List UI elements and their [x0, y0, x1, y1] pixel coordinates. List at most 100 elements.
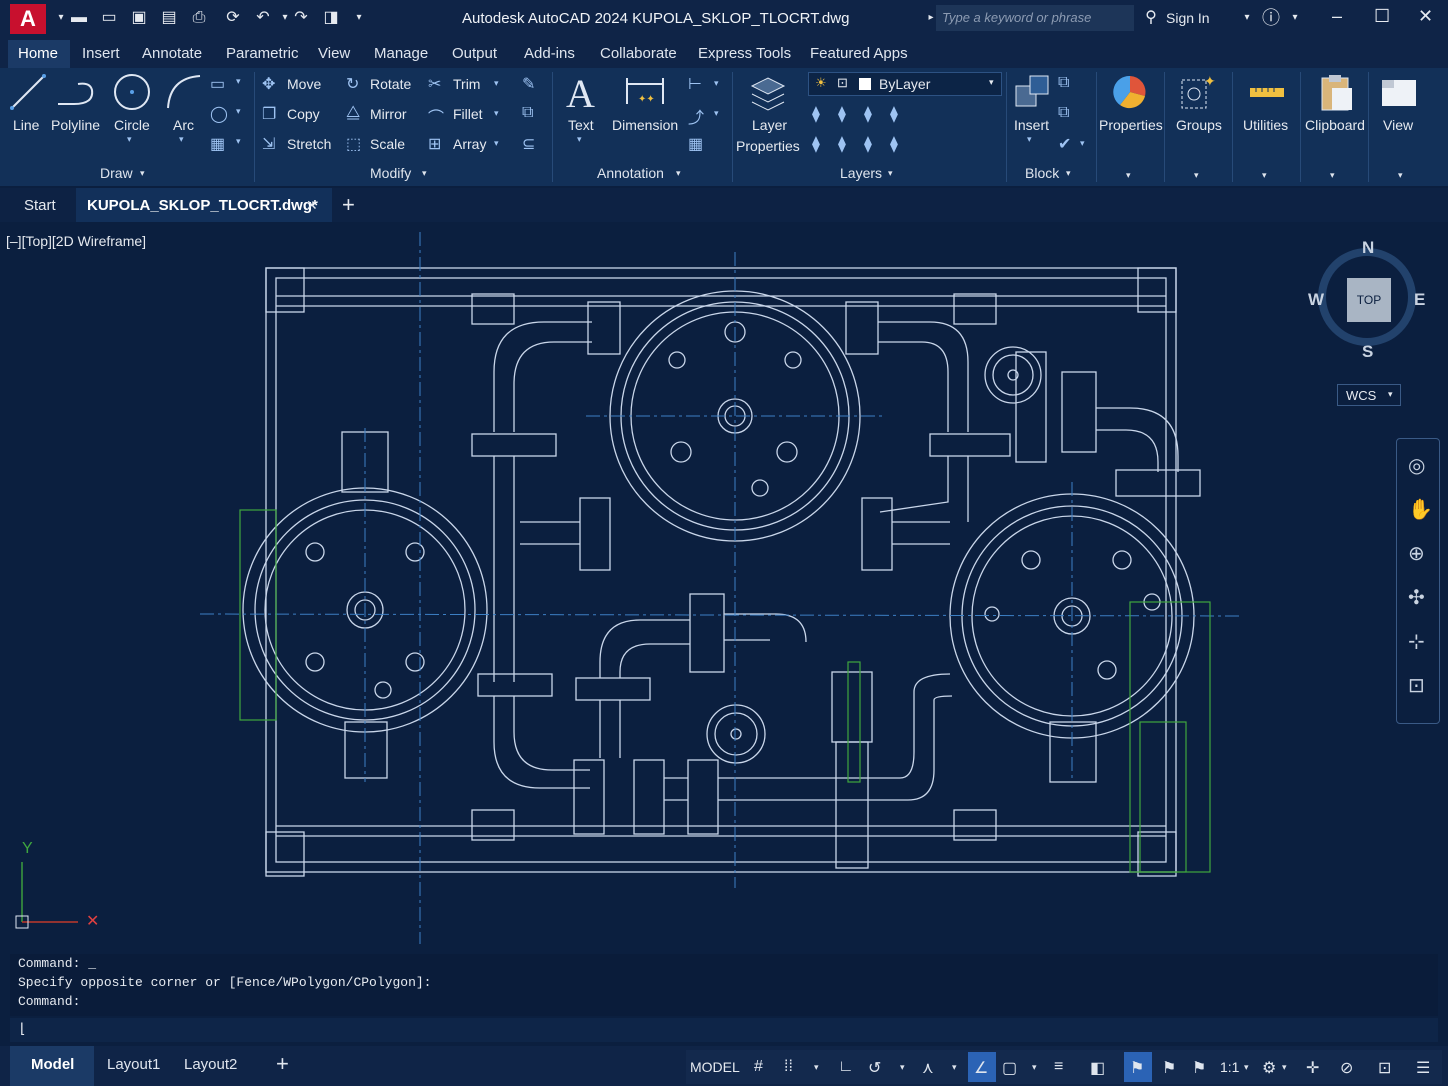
redo-icon[interactable]: ↷ [290, 8, 312, 28]
tab-layout1[interactable]: Layout1 [107, 1056, 160, 1073]
tab-annotate[interactable]: Annotate [142, 45, 202, 62]
minimize-icon[interactable]: – [1332, 6, 1342, 27]
array-button[interactable]: Array [453, 136, 486, 152]
table-icon[interactable]: ▦ [688, 134, 703, 154]
scale-icon[interactable]: ⬚ [346, 134, 361, 154]
layer-tool-icon[interactable]: ⧫ [838, 104, 846, 124]
panel-label-layers[interactable]: Layers [840, 165, 882, 181]
save-icon[interactable]: ▣ [128, 8, 150, 28]
compass-east[interactable]: E [1414, 290, 1425, 310]
ellipse-dropdown-icon[interactable]: ▾ [236, 106, 241, 117]
layer-tool-icon[interactable]: ⧫ [864, 104, 872, 124]
sign-in-dropdown-icon[interactable]: ▾ [1236, 8, 1258, 28]
view-button[interactable]: View [1383, 117, 1413, 133]
file-tab-label[interactable]: KUPOLA_SKLOP_TLOCRT.dwg* [87, 197, 318, 214]
circle-dropdown-icon[interactable]: ▾ [127, 134, 132, 145]
draw-panel-expand-icon[interactable]: ▾ [140, 168, 145, 179]
navigation-settings-icon[interactable]: ⊡ [1408, 673, 1425, 698]
start-tab[interactable]: Start [24, 197, 56, 214]
file-tab-active[interactable]: KUPOLA_SKLOP_TLOCRT.dwg* ✕ [76, 188, 332, 222]
viewcube-top-face[interactable]: TOP [1347, 278, 1391, 322]
rotate-button[interactable]: Rotate [370, 76, 411, 92]
transparency-icon[interactable]: ◧ [1090, 1058, 1105, 1078]
arc-icon[interactable] [164, 72, 204, 112]
share-icon[interactable]: ⟳ [222, 8, 244, 28]
insert-block-icon[interactable] [1012, 72, 1052, 112]
create-block-icon[interactable]: ⧉ [1058, 74, 1069, 92]
clipboard-button[interactable]: Clipboard [1305, 117, 1365, 133]
viewcube[interactable]: TOP N S E W [1308, 238, 1428, 362]
object-snap-icon[interactable]: ▢ [1002, 1058, 1017, 1078]
close-window-icon[interactable]: ✕ [1418, 6, 1433, 27]
copy-icon[interactable]: ❐ [262, 104, 276, 124]
rotate-icon[interactable]: ↻ [346, 74, 359, 94]
steering-wheel-icon[interactable]: ◎ [1408, 453, 1425, 478]
zoom-extents-icon[interactable]: ⊕ [1408, 541, 1425, 566]
layer-properties-label-1[interactable]: Layer [752, 117, 787, 133]
lineweight-icon[interactable]: ≡ [1054, 1058, 1063, 1076]
panel-label-draw[interactable]: Draw [100, 165, 133, 181]
panel-label-block[interactable]: Block [1025, 165, 1059, 181]
copy-button[interactable]: Copy [287, 106, 320, 122]
properties-expand-icon[interactable]: ▾ [1126, 170, 1131, 181]
new-tab-icon[interactable]: + [342, 192, 355, 218]
hatch-dropdown-icon[interactable]: ▾ [236, 136, 241, 147]
fillet-icon[interactable]: ⌒ [428, 104, 444, 128]
annotation-scale-icon[interactable]: ⚑ [1192, 1058, 1206, 1078]
circle-icon[interactable] [112, 72, 152, 112]
app-menu-button[interactable]: A [10, 4, 46, 34]
modify-panel-expand-icon[interactable]: ▾ [422, 168, 427, 179]
layer-tool-icon[interactable]: ⧫ [864, 134, 872, 154]
view-expand-icon[interactable]: ▾ [1398, 170, 1403, 181]
customization-menu-icon[interactable]: ☰ [1416, 1058, 1430, 1078]
polar-dropdown-icon[interactable]: ▾ [900, 1062, 905, 1073]
stretch-icon[interactable]: ⇲ [262, 134, 275, 154]
tab-layout2[interactable]: Layout2 [184, 1056, 237, 1073]
drawing-canvas[interactable]: [–][Top][2D Wireframe] ✕ Y TOP N S E W W… [0, 222, 1448, 950]
array-dropdown-icon[interactable]: ▾ [494, 138, 499, 149]
panel-label-modify[interactable]: Modify [370, 165, 411, 181]
clean-screen-icon[interactable]: ⊡ [1378, 1058, 1391, 1078]
workspace-dropdown-icon[interactable]: ▾ [1282, 1062, 1287, 1073]
object-snap-tracking-icon[interactable]: ∠ [974, 1058, 988, 1078]
groups-icon[interactable]: ✦ [1178, 72, 1218, 112]
annotation-monitor-icon[interactable]: ✛ [1306, 1058, 1319, 1078]
edit-block-icon[interactable]: ⧉ [1058, 104, 1069, 122]
add-layout-icon[interactable]: + [276, 1051, 289, 1077]
move-button[interactable]: Move [287, 76, 321, 92]
move-icon[interactable]: ✥ [262, 74, 275, 94]
help-icon[interactable]: ⓘ [1260, 8, 1282, 28]
tab-view[interactable]: View [318, 45, 350, 62]
line-icon[interactable] [8, 72, 48, 112]
new-file-icon[interactable]: ▬ [68, 8, 90, 28]
stretch-button[interactable]: Stretch [287, 136, 331, 152]
ucs-menu[interactable]: WCS ▾ [1337, 384, 1401, 406]
leader-icon[interactable]: ⤴ [688, 104, 704, 128]
pan-icon[interactable]: ✋ [1408, 497, 1433, 522]
polar-icon[interactable]: ↺ [868, 1058, 881, 1078]
linear-dimension-dropdown-icon[interactable]: ▾ [714, 78, 719, 89]
annotation-visibility-icon[interactable]: ⚑ [1130, 1058, 1144, 1078]
layer-properties-label-2[interactable]: Properties [736, 138, 800, 154]
insert-button[interactable]: Insert [1014, 117, 1049, 133]
trim-dropdown-icon[interactable]: ▾ [494, 78, 499, 89]
array-icon[interactable]: ⊞ [428, 134, 441, 154]
tab-insert[interactable]: Insert [82, 45, 120, 62]
orbit-icon[interactable]: ✣ [1408, 585, 1425, 610]
dimension-icon[interactable]: ✦✦ [624, 74, 666, 110]
layer-properties-icon[interactable] [748, 72, 788, 112]
tab-parametric[interactable]: Parametric [226, 45, 299, 62]
mirror-icon[interactable]: ⧋ [346, 104, 360, 122]
scale-dropdown-icon[interactable]: ▾ [1244, 1062, 1249, 1073]
polyline-button[interactable]: Polyline [51, 117, 100, 133]
command-input[interactable]: ⌊ [10, 1018, 1438, 1042]
ellipse-icon[interactable]: ◯ [210, 104, 228, 124]
utilities-expand-icon[interactable]: ▾ [1262, 170, 1267, 181]
tab-output[interactable]: Output [452, 45, 497, 62]
grid-icon[interactable]: # [754, 1058, 763, 1076]
edit-attributes-icon[interactable]: ✔ [1058, 134, 1071, 154]
sign-in-button[interactable]: Sign In [1166, 10, 1210, 26]
tab-home[interactable]: Home [18, 45, 58, 62]
circle-button[interactable]: Circle [114, 117, 150, 133]
hatch-icon[interactable]: ▦ [210, 134, 225, 154]
